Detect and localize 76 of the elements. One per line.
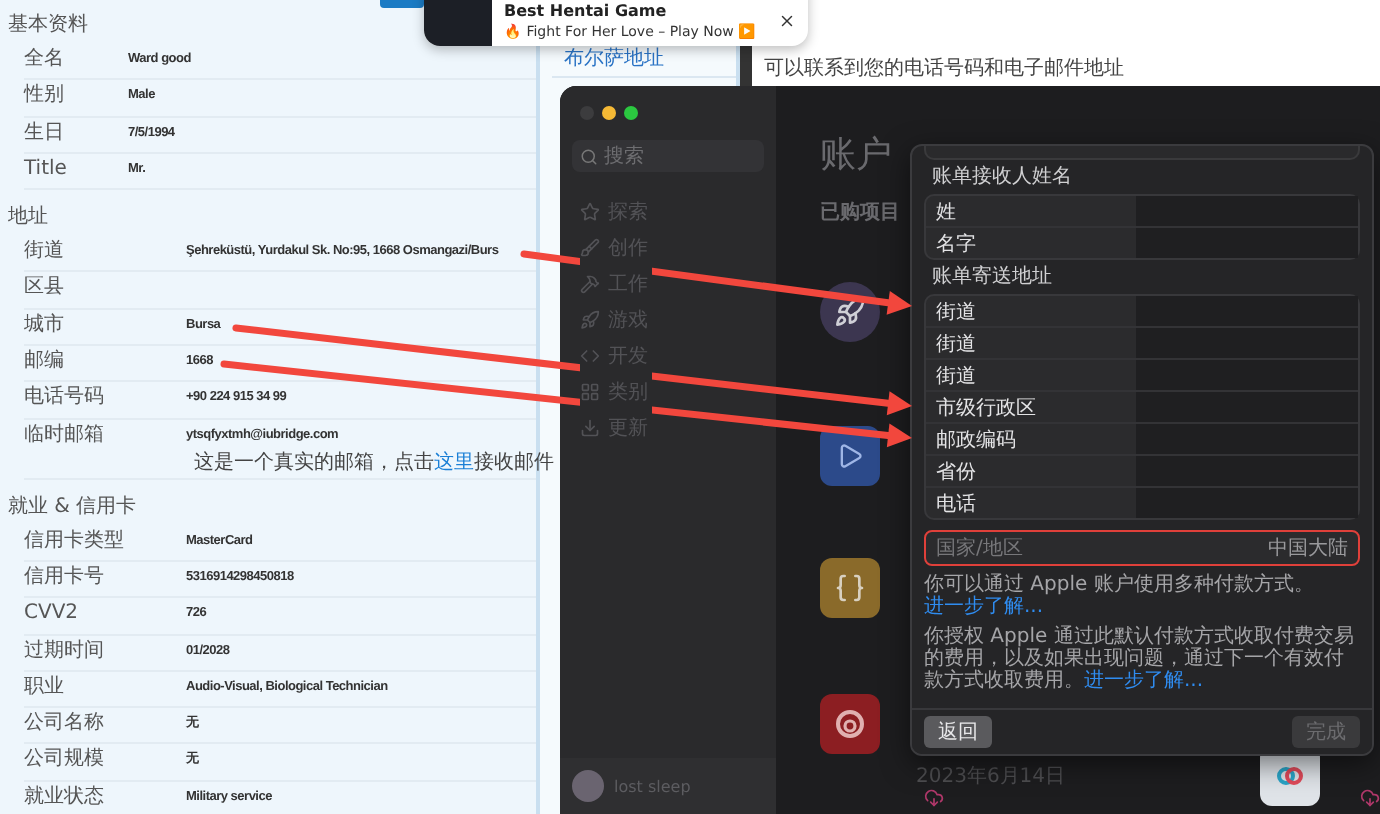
braces-app-icon[interactable] — [820, 558, 880, 618]
group-title: 账单寄送地址 — [932, 266, 1052, 290]
input-field[interactable] — [1136, 488, 1358, 518]
field-label: 邮编 — [24, 347, 66, 377]
download-icon[interactable] — [1360, 788, 1380, 808]
nav-icon — [580, 202, 600, 222]
close-button[interactable] — [778, 12, 796, 30]
input-field[interactable] — [924, 146, 1360, 160]
field-label: 公司规模 — [24, 745, 106, 775]
field-label: 临时邮箱 — [24, 421, 106, 450]
search-input[interactable]: 搜索 — [604, 140, 764, 172]
group-title: 账单接收人姓名 — [932, 166, 1072, 190]
field-label: 街道 — [934, 363, 978, 389]
learn-more-link[interactable]: 进一步了解... — [924, 596, 1044, 618]
field-label: 区县 — [24, 274, 66, 303]
photo-placeholder — [424, 0, 492, 46]
swirl-app-icon[interactable] — [820, 694, 880, 754]
input-field[interactable] — [1136, 196, 1358, 226]
field-label: 省份 — [934, 459, 978, 485]
nav-icon — [580, 346, 600, 366]
field-label: 市级行政区 — [934, 395, 1038, 421]
field-label: 名字 — [934, 231, 978, 257]
nav-icon — [580, 382, 600, 402]
field-label: 街道 — [24, 238, 66, 267]
field-label: 城市 — [24, 311, 66, 340]
nav-icon — [580, 274, 600, 294]
search-icon — [580, 147, 598, 165]
nav-icon — [580, 418, 600, 438]
country-value: 中国大陆 — [1268, 535, 1348, 562]
learn-more-link[interactable]: 进一步了解... — [1084, 670, 1204, 692]
header-button[interactable] — [380, 0, 424, 8]
field-label: 姓 — [934, 199, 958, 225]
field-label: 邮政编码 — [934, 427, 1018, 453]
page-title: 账户 — [820, 132, 892, 178]
field-label: 生日 — [24, 119, 66, 148]
field-label: Title — [24, 155, 69, 184]
field-label: 就业状态 — [24, 783, 106, 812]
input-field[interactable] — [1136, 296, 1358, 326]
input-field[interactable] — [1136, 424, 1358, 454]
field-label: 信用卡号 — [24, 563, 106, 592]
zoom-dot[interactable] — [624, 106, 638, 120]
input-field[interactable] — [1136, 360, 1358, 390]
nav-icon — [580, 310, 600, 330]
field-label: 职业 — [24, 673, 66, 702]
field-label: 信用卡类型 — [24, 527, 126, 556]
field-label: 电话号码 — [24, 383, 106, 413]
section-title: 地址 — [8, 203, 48, 233]
field-label: 街道 — [934, 331, 978, 357]
input-field[interactable] — [1136, 456, 1358, 486]
email-note: 这是一个真实的邮箱，点击这里接收邮件 — [194, 451, 554, 478]
input-field[interactable] — [1136, 228, 1358, 258]
download-icon[interactable] — [924, 788, 944, 808]
search-field[interactable]: 搜索 — [572, 140, 764, 172]
field-label: 街道 — [934, 299, 978, 325]
section-title: 就业 & 信用卡 — [8, 493, 137, 522]
info-text: 你授权 Apple 通过此默认付款方式收取付费交易的费用，以及如果出现问题，通过下一个有效付款方式收取费用。进一步了解... — [924, 626, 1356, 692]
receive-mail-link[interactable]: 这里 — [434, 451, 474, 474]
nav-icon — [580, 238, 600, 258]
info-text: 你可以通过 Apple 账户使用多种付款方式。 进一步了解... — [924, 574, 1316, 618]
notification-title: Best Hentai Game — [504, 1, 669, 21]
back-button[interactable]: 返回 — [924, 716, 992, 748]
input-field[interactable] — [1136, 392, 1358, 422]
minimize-dot[interactable] — [602, 106, 616, 120]
field-label: 公司名称 — [24, 710, 106, 739]
background-text: 可以联系到您的电话号码和电子邮件地址 — [764, 55, 1124, 78]
page-subtitle: 已购项目 — [820, 199, 900, 226]
country-select[interactable]: 国家/地区 中国大陆 — [924, 530, 1360, 566]
section-title: 基本资料 — [8, 11, 88, 40]
field-label: 全名 — [24, 46, 66, 74]
country-label: 国家/地区 — [936, 535, 1023, 562]
field-label: 过期时间 — [24, 637, 106, 666]
field-label: 电话 — [934, 491, 978, 517]
field-label: 性别 — [24, 81, 66, 111]
input-field[interactable] — [1136, 328, 1358, 358]
field-label: CVV2 — [24, 600, 81, 629]
avatar — [572, 770, 604, 802]
